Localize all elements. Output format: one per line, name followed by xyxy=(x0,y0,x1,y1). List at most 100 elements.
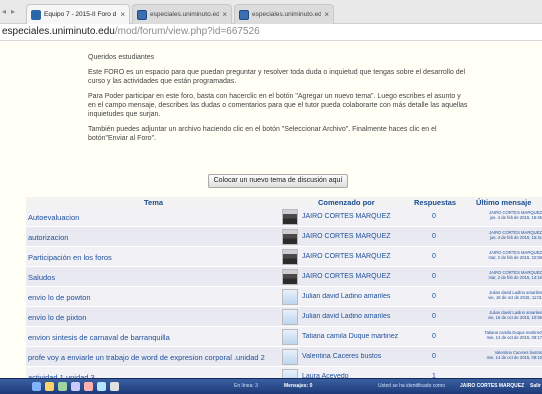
header-last-post[interactable]: Último mensaje xyxy=(476,198,531,207)
add-new-topic-button[interactable]: Colocar un nuevo tema de discusión aquí xyxy=(208,174,348,188)
last-post-info[interactable]: JAIRO CORTES MARQUEZ mar, 2 de feb de 201… xyxy=(456,250,542,260)
replies-count[interactable]: 0 xyxy=(426,233,442,240)
topic-link[interactable]: envio lo de powton xyxy=(28,293,278,302)
table-row: envio lo de powton Julian david Ladino am… xyxy=(26,287,542,307)
author-link[interactable]: JAIRO CORTES MARQUEZ xyxy=(302,213,418,220)
tab-label: especiales.uniminuto.edu xyxy=(252,11,322,18)
browser-tab-strip: ◂ ▸ Equipo 7 - 2015-II Foro d × especial… xyxy=(0,0,542,24)
forward-arrow-icon[interactable]: ▸ xyxy=(11,7,15,16)
author-link[interactable]: JAIRO CORTES MARQUEZ xyxy=(302,273,418,280)
author-avatar-icon[interactable] xyxy=(282,349,298,365)
table-row: autorizacion JAIRO CORTES MARQUEZ 0 JAIRO C… xyxy=(26,227,542,247)
last-post-info[interactable]: Julian david Ladino amariles vie, 16 de o… xyxy=(456,310,542,320)
topic-link[interactable]: Saludos xyxy=(28,273,278,282)
author-link[interactable]: Tatiana camila Duque martinez xyxy=(302,333,418,340)
browser-tab-uniminuto-2[interactable]: especiales.uniminuto.edu × xyxy=(234,4,334,24)
replies-count[interactable]: 0 xyxy=(426,253,442,260)
last-post-info[interactable]: JAIRO CORTES MARQUEZ mar, 2 de feb de 201… xyxy=(456,270,542,280)
tab-label: especiales.uniminuto.edu xyxy=(150,11,220,18)
author-link[interactable]: Julian david Ladino amariles xyxy=(302,293,418,300)
replies-count[interactable]: 0 xyxy=(426,293,442,300)
last-post-info[interactable]: JAIRO CORTES MARQUEZ jue, 4 de feb de 201… xyxy=(456,230,542,240)
mail-icon[interactable] xyxy=(58,382,67,391)
author-avatar-icon[interactable] xyxy=(282,249,298,265)
dock-online-count[interactable]: En línea: 3 xyxy=(234,383,258,389)
forum-page: Queridos estudiantes Este FORO es un esp… xyxy=(0,41,542,394)
last-post-date[interactable]: mie, 14 de oct de 2015, 08:10 xyxy=(456,355,542,360)
author-link[interactable]: JAIRO CORTES MARQUEZ xyxy=(302,253,418,260)
last-post-date[interactable]: jue, 4 de feb de 2016, 16:46 xyxy=(456,215,542,220)
topic-link[interactable]: Autoevaluacion xyxy=(28,213,278,222)
close-tab-icon[interactable]: × xyxy=(324,10,329,19)
close-tab-icon[interactable]: × xyxy=(120,10,125,19)
topic-link[interactable]: envion sintesis de carnaval de barranqui… xyxy=(28,333,278,342)
table-header: Tema Comenzado por Respuestas Último men… xyxy=(26,197,542,207)
user-icon[interactable] xyxy=(32,382,41,391)
table-body: Autoevaluacion JAIRO CORTES MARQUEZ 0 JAIRO… xyxy=(26,207,542,387)
header-started-by[interactable]: Comenzado por xyxy=(318,198,375,207)
uniminuto-favicon-icon xyxy=(239,9,249,20)
replies-count[interactable]: 0 xyxy=(426,353,442,360)
replies-count[interactable]: 0 xyxy=(426,213,442,220)
url-host: especiales.uniminuto.edu xyxy=(2,26,115,37)
author-link[interactable]: Valentina Caceres bustos xyxy=(302,353,418,360)
author-avatar-icon[interactable] xyxy=(282,209,298,225)
last-post-info[interactable]: JAIRO CORTES MARQUEZ jue, 4 de feb de 201… xyxy=(456,210,542,220)
calendar-icon[interactable] xyxy=(71,382,80,391)
table-row: envio lo de pixton Julian david Ladino am… xyxy=(26,307,542,327)
dock-user-prefix: Usted se ha identificado como xyxy=(378,383,445,389)
last-post-date[interactable]: vie, 16 de oct de 2015, 11:01 xyxy=(456,295,542,300)
bottom-dock-bar: En línea: 3 Mensajes: 0 Usted se ha iden… xyxy=(0,378,542,394)
chat-icon[interactable] xyxy=(84,382,93,391)
back-arrow-icon[interactable]: ◂ xyxy=(2,7,6,16)
table-row: profe voy a enviarle un trabajo de word … xyxy=(26,347,542,367)
replies-count[interactable]: 0 xyxy=(426,333,442,340)
author-avatar-icon[interactable] xyxy=(282,229,298,245)
last-post-date[interactable]: mie, 14 de oct de 2015, 08:17 xyxy=(456,335,542,340)
last-post-date[interactable]: vie, 16 de oct de 2015, 10:56 xyxy=(456,315,542,320)
close-tab-icon[interactable]: × xyxy=(222,10,227,19)
forum-intro: Queridos estudiantes Este FORO es un esp… xyxy=(88,53,468,149)
last-post-date[interactable]: jue, 4 de feb de 2016, 15:41 xyxy=(456,235,542,240)
last-post-info[interactable]: Julian david Ladino amariles vie, 16 de o… xyxy=(456,290,542,300)
author-avatar-icon[interactable] xyxy=(282,309,298,325)
replies-count[interactable]: 0 xyxy=(426,313,442,320)
topic-link[interactable]: Participación en los foros xyxy=(28,253,278,262)
table-row: Autoevaluacion JAIRO CORTES MARQUEZ 0 JAIRO… xyxy=(26,207,542,227)
dock-logout[interactable]: Salir xyxy=(530,383,541,389)
message-icon[interactable] xyxy=(97,382,106,391)
dock-messages[interactable]: Mensajes: 0 xyxy=(284,383,312,389)
last-post-date[interactable]: mar, 2 de feb de 2016, 14:15 xyxy=(456,275,542,280)
replies-count[interactable]: 0 xyxy=(426,273,442,280)
dock-user-name[interactable]: JAIRO CORTES MARQUEZ xyxy=(460,383,524,389)
intro-paragraph-2: Para Poder participar en este foro, bast… xyxy=(88,93,468,118)
browser-tab-forum[interactable]: Equipo 7 - 2015-II Foro d × xyxy=(26,4,130,24)
address-bar[interactable]: especiales.uniminuto.edu/mod/forum/view.… xyxy=(0,24,542,41)
last-post-info[interactable]: Tatiana camila Duque martinez mie, 14 de … xyxy=(456,330,542,340)
url-path: /mod/forum/view.php?id=667526 xyxy=(114,26,260,37)
tab-label: Equipo 7 - 2015-II Foro d xyxy=(44,11,117,18)
author-link[interactable]: JAIRO CORTES MARQUEZ xyxy=(302,233,418,240)
table-row: Participación en los foros JAIRO CORTES M… xyxy=(26,247,542,267)
author-avatar-icon[interactable] xyxy=(282,289,298,305)
dock-icon-group xyxy=(32,382,119,391)
header-replies[interactable]: Respuestas xyxy=(414,198,456,207)
author-avatar-icon[interactable] xyxy=(282,269,298,285)
topic-link[interactable]: profe voy a enviarle un trabajo de word … xyxy=(28,353,278,362)
table-row: envion sintesis de carnaval de barranqui… xyxy=(26,327,542,347)
topic-link[interactable]: autorizacion xyxy=(28,233,278,242)
folder-icon[interactable] xyxy=(45,382,54,391)
browser-tab-uniminuto-1[interactable]: especiales.uniminuto.edu × xyxy=(132,4,232,24)
intro-paragraph-3: También puedes adjuntar un archivo hacie… xyxy=(88,126,437,142)
settings-icon[interactable] xyxy=(110,382,119,391)
last-post-info[interactable]: Valentina Caceres bustos mie, 14 de oct d… xyxy=(456,350,542,360)
intro-greeting: Queridos estudiantes xyxy=(88,54,155,61)
moodle-favicon-icon xyxy=(31,9,41,20)
header-topic[interactable]: Tema xyxy=(144,198,163,207)
author-avatar-icon[interactable] xyxy=(282,329,298,345)
topic-link[interactable]: envio lo de pixton xyxy=(28,313,278,322)
author-link[interactable]: Julian david Ladino amariles xyxy=(302,313,418,320)
url-text[interactable]: especiales.uniminuto.edu/mod/forum/view.… xyxy=(2,26,260,37)
table-row: Saludos JAIRO CORTES MARQUEZ 0 JAIRO CORTES… xyxy=(26,267,542,287)
last-post-date[interactable]: mar, 2 de feb de 2016, 22:59 xyxy=(456,255,542,260)
